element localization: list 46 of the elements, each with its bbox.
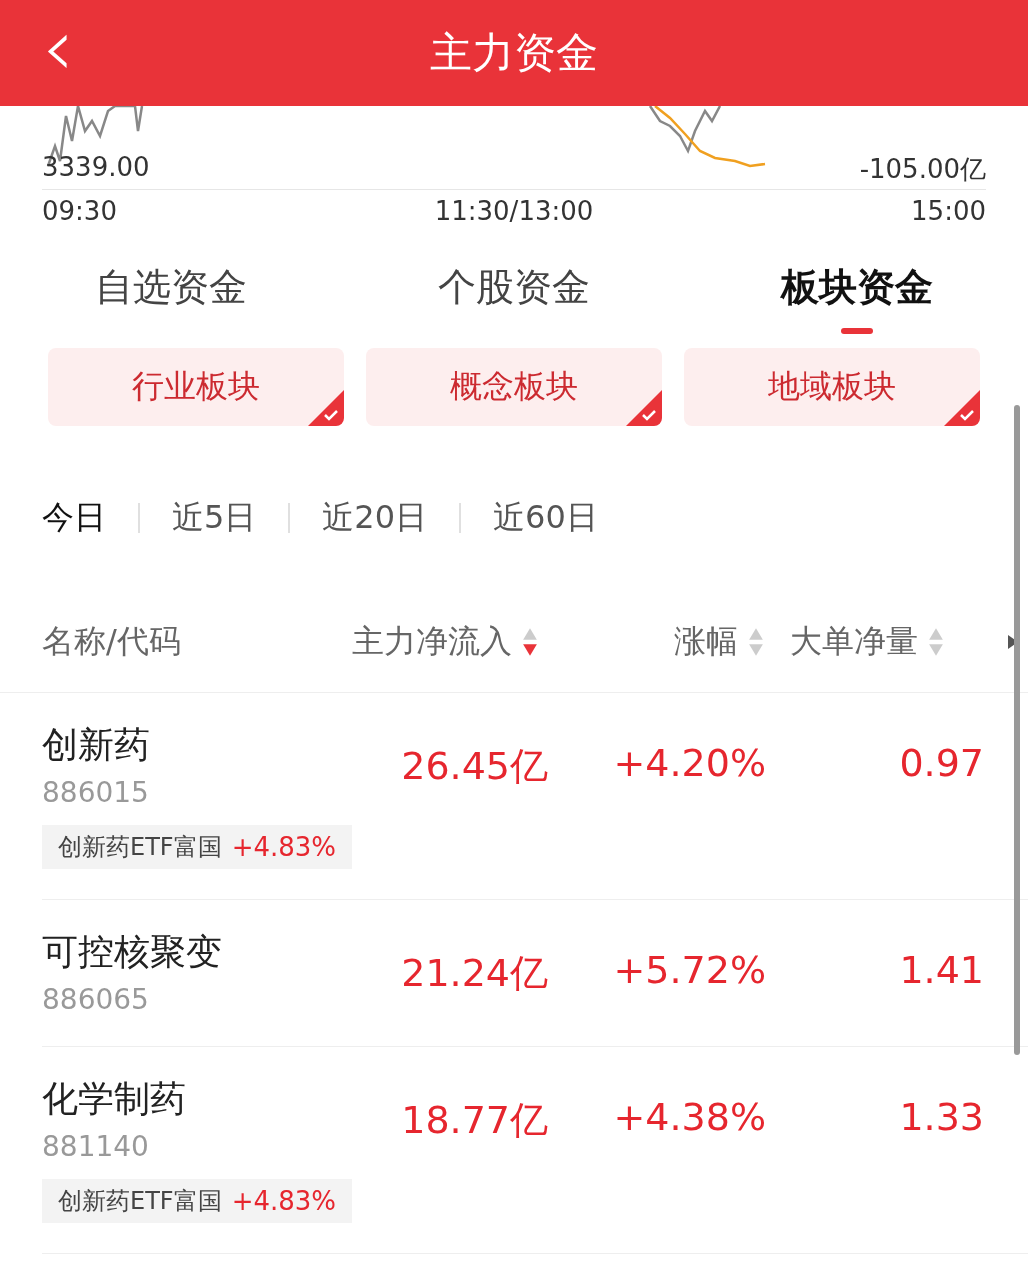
time-label: 11:30/13:00 (434, 196, 594, 226)
etf-change: +4.83% (231, 1186, 337, 1216)
table-cell-text: +4.20% (612, 741, 766, 785)
table-cell-text: 21.24亿 (400, 950, 548, 997)
column-header[interactable]: 名称/代码 (42, 620, 181, 664)
tab[interactable]: 自选资金 (95, 262, 248, 334)
period-tab[interactable]: 今日 (42, 496, 106, 540)
table-cell-text: 1.33 (898, 1095, 984, 1139)
etf-change: +4.83% (231, 832, 337, 862)
filter-button[interactable]: 行业板块 (48, 348, 344, 426)
column-header[interactable]: 大单净量 (790, 620, 918, 664)
axis-label: 3339.00 (42, 152, 150, 184)
filter-button[interactable]: 地域板块 (684, 348, 980, 426)
sector-name: 可控核聚变 (42, 930, 223, 974)
tab[interactable]: 板块资金 (780, 262, 933, 334)
tab[interactable]: 个股资金 (438, 262, 590, 334)
axis-label: -105.00亿 (859, 153, 986, 186)
etf-tag[interactable]: 创新药ETF富国 +4.83% (42, 825, 353, 869)
sector-name: 化学制药 (42, 1077, 187, 1121)
period-tab[interactable]: 近20日 (322, 496, 428, 540)
time-label: 15:00 (911, 196, 986, 226)
table-cell-text: 1.41 (898, 948, 984, 992)
sector-code: 886015 (42, 776, 150, 809)
table-cell-text: +4.38% (612, 1095, 766, 1139)
sort-icon[interactable] (522, 627, 538, 657)
etf-name: 创新药ETF富国 (58, 832, 222, 863)
period-tab[interactable]: 近5日 (172, 496, 257, 540)
table-cell-text: +5.72% (612, 948, 766, 992)
check-icon (944, 390, 980, 426)
page-title: 主力资金 (430, 27, 598, 79)
check-icon (626, 390, 662, 426)
etf-name: 创新药ETF富国 (58, 1186, 222, 1217)
column-header[interactable]: 涨幅 (674, 620, 738, 664)
time-label: 09:30 (42, 196, 117, 226)
column-header[interactable]: 主力净流入 (352, 620, 512, 664)
period-tab[interactable]: 近60日 (493, 496, 598, 540)
filter-button[interactable]: 概念板块 (366, 348, 662, 426)
sector-name: 创新药 (42, 723, 151, 767)
check-icon (308, 390, 344, 426)
back-button[interactable]: ‹ (42, 8, 74, 88)
etf-tag[interactable]: 创新药ETF富国 +4.83% (42, 1179, 353, 1223)
sector-code: 881140 (42, 1130, 150, 1163)
table-cell-text: 26.45亿 (400, 743, 548, 790)
table-cell-text: 0.97 (898, 741, 984, 785)
table-cell-text: 18.77亿 (400, 1097, 548, 1144)
sector-code: 886065 (42, 983, 150, 1016)
